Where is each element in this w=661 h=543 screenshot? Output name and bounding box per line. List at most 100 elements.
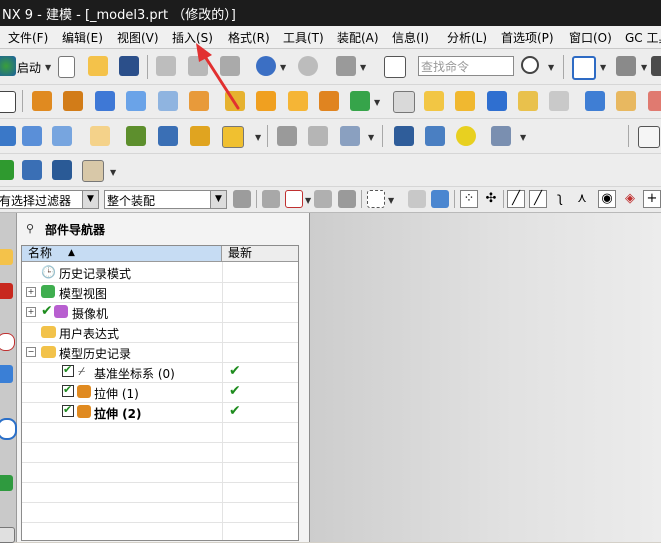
tree-row-model-views[interactable]: + 模型视图 xyxy=(22,282,298,303)
web-browser-tab-icon[interactable] xyxy=(0,418,17,440)
open-folder-icon[interactable] xyxy=(88,56,108,76)
tree-row-user-expressions[interactable]: 用户表达式 xyxy=(22,322,298,343)
shell-icon[interactable] xyxy=(487,91,507,111)
quadrant-point-icon[interactable]: ◈ xyxy=(621,190,639,208)
snap-points-icon[interactable]: ⁘ xyxy=(460,190,478,208)
control-point-icon[interactable]: ʅ xyxy=(551,190,569,208)
graphics-window[interactable] xyxy=(310,213,661,542)
tree-row-cameras[interactable]: + ✔ 摄像机 xyxy=(22,302,298,323)
constraint-navigator-tab-icon[interactable] xyxy=(0,333,15,351)
redo-icon[interactable] xyxy=(298,56,318,76)
edge-blend-icon[interactable] xyxy=(424,91,444,111)
column-header-latest[interactable]: 最新 xyxy=(222,246,298,262)
pin-icon[interactable]: ⚲ xyxy=(26,222,34,235)
pattern-geometry-icon[interactable] xyxy=(288,91,308,111)
start-icon[interactable] xyxy=(0,56,16,76)
menu-info[interactable]: 信息(I) xyxy=(392,29,429,46)
weld-icon[interactable] xyxy=(491,126,511,146)
tree-row-model-history[interactable]: − 模型历史记录 xyxy=(22,342,298,363)
surface-icon[interactable] xyxy=(648,91,661,111)
type-filter-dropdown[interactable]: 有选择过滤器 ▼ xyxy=(0,190,99,209)
reuse-library-tab-icon[interactable] xyxy=(0,365,13,383)
start-button[interactable]: 启动 xyxy=(17,59,41,76)
visibility-checkbox[interactable]: ✔ xyxy=(62,363,74,377)
command-search-input[interactable]: 查找命令 xyxy=(418,56,514,76)
menu-window[interactable]: 窗口(O) xyxy=(569,29,612,46)
chevron-down-icon[interactable]: ▼ xyxy=(548,63,554,72)
tree-row-extrude-2[interactable]: ✔ 拉伸 (2) ✔ xyxy=(22,402,298,423)
tree-row-extrude-1[interactable]: ✔ 拉伸 (1) ✔ xyxy=(22,382,298,403)
paste-icon[interactable] xyxy=(220,56,240,76)
select-by-point-icon[interactable] xyxy=(285,190,303,208)
menu-format[interactable]: 格式(R) xyxy=(228,29,270,46)
chevron-down-icon[interactable]: ▼ xyxy=(255,133,261,142)
offset-face-icon[interactable] xyxy=(585,91,605,111)
rectangle-select-icon[interactable] xyxy=(367,190,385,208)
hole-icon[interactable] xyxy=(158,91,178,111)
render-style-icon[interactable] xyxy=(616,56,636,76)
arc-center-icon[interactable]: ◉ xyxy=(598,190,616,208)
mirror-feature-icon[interactable] xyxy=(319,91,339,111)
mid-point-icon[interactable]: ╱ xyxy=(529,190,547,208)
cylinder-icon[interactable] xyxy=(126,91,146,111)
chevron-down-icon[interactable]: ▼ xyxy=(210,191,226,208)
fit-view-icon[interactable] xyxy=(572,56,596,80)
unite-icon[interactable] xyxy=(393,91,415,113)
thread-icon[interactable] xyxy=(394,126,414,146)
edit-parameters-icon[interactable] xyxy=(90,126,110,146)
check-geometry-icon[interactable] xyxy=(0,160,14,180)
expand-toggle-icon[interactable]: + xyxy=(26,287,36,297)
trim-body-icon[interactable] xyxy=(549,91,569,111)
chevron-down-icon[interactable]: ▼ xyxy=(45,63,51,72)
search-icon[interactable] xyxy=(521,56,539,74)
chevron-down-icon[interactable]: ▼ xyxy=(374,98,380,107)
triangle-icon[interactable] xyxy=(638,126,660,148)
boss-icon[interactable] xyxy=(189,91,209,111)
point-icon[interactable] xyxy=(350,91,370,111)
curve-rule-icon[interactable] xyxy=(338,190,356,208)
existing-point-icon[interactable]: + xyxy=(643,190,661,208)
draft-icon[interactable] xyxy=(518,91,538,111)
chevron-down-icon[interactable]: ▼ xyxy=(110,168,116,177)
menu-analysis[interactable]: 分析(L) xyxy=(447,29,487,46)
visibility-checkbox[interactable]: ✔ xyxy=(62,383,74,397)
repeat-command-icon[interactable] xyxy=(336,56,356,76)
expand-toggle-icon[interactable]: + xyxy=(26,307,36,317)
move-to-layer-icon[interactable] xyxy=(52,126,72,146)
system-materials-tab-icon[interactable] xyxy=(0,527,15,543)
chevron-down-icon[interactable]: ▼ xyxy=(82,191,98,208)
menu-insert[interactable]: 插入(S) xyxy=(172,29,213,46)
menu-file[interactable]: 文件(F) xyxy=(8,29,48,46)
spreadsheet-icon[interactable] xyxy=(52,160,72,180)
show-snap-point-icon[interactable] xyxy=(262,190,280,208)
new-file-icon[interactable] xyxy=(58,56,75,78)
revolve-icon[interactable] xyxy=(63,91,83,111)
collapse-toggle-icon[interactable]: − xyxy=(26,347,36,357)
chevron-down-icon[interactable]: ▼ xyxy=(360,63,366,72)
menu-preferences[interactable]: 首选项(P) xyxy=(501,29,554,46)
assembly-navigator-tab-icon[interactable] xyxy=(0,283,13,299)
bearing-icon[interactable] xyxy=(456,126,476,146)
history-tab-icon[interactable] xyxy=(0,475,13,491)
chevron-down-icon[interactable]: ▼ xyxy=(280,63,286,72)
datum-plane-icon[interactable] xyxy=(225,91,245,111)
part-navigator-tab-icon[interactable] xyxy=(0,249,13,265)
reorder-feature-icon[interactable] xyxy=(190,126,210,146)
copy-icon[interactable] xyxy=(188,56,208,76)
visibility-checkbox[interactable]: ✔ xyxy=(62,403,74,417)
menu-assembly[interactable]: 装配(A) xyxy=(337,29,379,46)
spring-icon[interactable] xyxy=(425,126,445,146)
selection-scope-dropdown[interactable]: 整个装配 ▼ xyxy=(104,190,227,209)
curve-icon[interactable] xyxy=(277,126,297,146)
intersection-point-icon[interactable]: ⋏ xyxy=(573,190,591,208)
tree-row-history-mode[interactable]: 🕒 历史记录模式 xyxy=(22,262,298,283)
view-orientation-icon[interactable] xyxy=(651,56,661,76)
chevron-down-icon[interactable]: ▼ xyxy=(388,196,394,205)
menu-edit[interactable]: 编辑(E) xyxy=(62,29,103,46)
assembly-tree-icon[interactable] xyxy=(22,160,42,180)
column-header-name[interactable]: 名称 ▲ xyxy=(22,246,222,262)
chevron-down-icon[interactable]: ▼ xyxy=(305,196,311,205)
hide-icon[interactable] xyxy=(408,190,426,208)
dimension-icon[interactable] xyxy=(340,126,360,146)
block-icon[interactable] xyxy=(95,91,115,111)
